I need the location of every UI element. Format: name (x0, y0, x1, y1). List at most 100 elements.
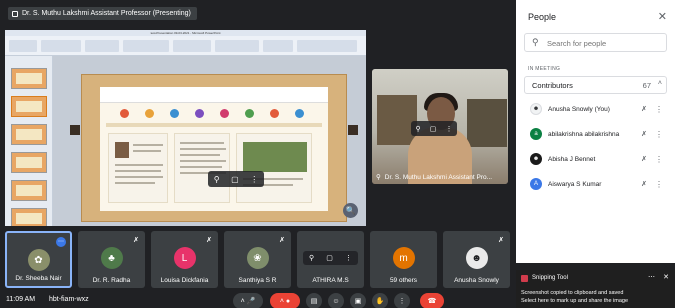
captions-icon: ▤ (310, 298, 318, 305)
person-name: abilakrishna abilakrishna (548, 130, 620, 138)
emoji-button[interactable]: ☺ (328, 293, 344, 308)
search-box[interactable]: ⚲ (524, 33, 667, 52)
shared-screen: test-Presentation 09-03-2021 - Microsoft… (5, 30, 366, 226)
more-options-icon[interactable]: ⋮ (445, 125, 452, 133)
close-icon[interactable]: ✕ (658, 10, 667, 23)
meet-window: Dr. S. Muthu Lakshmi Assistant Professor… (0, 0, 675, 308)
participant-tile[interactable]: ⚲ ▢ ⋮ ATHIRA M.S (297, 231, 364, 288)
avatar: A (530, 178, 542, 190)
more-options-icon[interactable]: ⋮ (655, 105, 663, 114)
more-options-icon: ⋮ (398, 298, 406, 305)
chevron-up-icon[interactable]: ˄ (241, 298, 245, 305)
avatar: m (392, 247, 415, 269)
mic-off-icon: ✗ (641, 131, 647, 138)
present-button[interactable]: ▣ (350, 293, 366, 308)
more-options-icon[interactable]: ⋮ (345, 254, 352, 262)
presenter-chip[interactable]: Dr. S. Muthu Lakshmi Assistant Professor… (8, 7, 197, 20)
captions-button[interactable]: ▤ (306, 293, 322, 308)
zoom-icon[interactable]: 🔍 (343, 203, 358, 218)
pin-icon[interactable]: ⚲ (214, 175, 220, 184)
participant-tile[interactable]: ✗ ❀ Santhiya S R (224, 231, 291, 288)
participant-tile-others[interactable]: m 59 others (370, 231, 437, 288)
slide-thumbnail (11, 180, 47, 201)
speaker-video-tile[interactable]: ⚲ ▢ ⋮ ⚲ Dr. S. Muthu Lakshmi Assistant P… (372, 69, 508, 184)
toast-action-text: Select here to mark up and share the ima… (521, 298, 629, 304)
more-options-icon[interactable]: ⋮ (250, 175, 258, 184)
expand-icon[interactable]: ▢ (326, 254, 333, 262)
participant-name: Anusha Snowly (454, 277, 499, 284)
presenter-label: Dr. S. Muthu Lakshmi Assistant Professor… (22, 10, 191, 17)
clock: 11:09 AM (6, 296, 36, 303)
slide-thumbnail (11, 152, 47, 173)
pin-icon[interactable]: ⚲ (416, 125, 421, 133)
tile-hover-controls[interactable]: ⚲ ▢ ⋮ (411, 121, 457, 136)
search-icon: ⚲ (532, 37, 539, 47)
more-options-icon[interactable]: ⋮ (655, 155, 663, 164)
toast-app-name: Snipping Tool (532, 275, 568, 281)
slide-thumbnail (11, 96, 47, 117)
avatar: ❀ (246, 247, 269, 269)
tile-hover-controls[interactable]: ⚲ ▢ ⋮ (208, 171, 264, 187)
search-input[interactable] (547, 37, 662, 49)
website-screenshot (100, 87, 328, 211)
avatar: ☻ (530, 103, 542, 115)
slide-thumbnail (11, 208, 47, 226)
raise-hand-button[interactable]: ✋ (372, 293, 388, 308)
current-slide (70, 74, 358, 222)
microphone-button[interactable]: ˄ 🎤 (233, 293, 263, 308)
participant-tile[interactable]: ✗ ☻ Anusha Snowly (443, 231, 510, 288)
slide-thumbnail (11, 68, 47, 89)
section-label: IN MEETING (528, 66, 561, 72)
person-row[interactable]: ☻ Anusha Snowly (You) ✗ ⋮ (530, 101, 667, 117)
avatar: a (530, 128, 542, 140)
expand-icon[interactable]: ▢ (231, 175, 239, 184)
participant-name: Dr. Sheeba Nair (15, 275, 62, 282)
toast-message: Screenshot copied to clipboard and saved (521, 290, 624, 296)
chevron-up-icon[interactable]: ˄ (658, 80, 662, 87)
expand-icon[interactable]: ▢ (430, 125, 437, 133)
speaker-name: ⚲ Dr. S. Muthu Lakshmi Assistant Pro... (376, 173, 493, 182)
person-row[interactable]: A Aiswarya S Kumar ✗ ⋮ (530, 176, 667, 192)
person-row[interactable]: ☻ Abisha J Bennet ✗ ⋮ (530, 151, 667, 167)
pin-icon[interactable]: ⚲ (309, 254, 314, 262)
raise-hand-icon: ✋ (375, 298, 385, 305)
participant-tile[interactable]: ✗ L Louisa Dickfania (151, 231, 218, 288)
participant-name: Dr. R. Radha (92, 277, 131, 284)
more-options-button[interactable]: ⋮ (394, 293, 410, 308)
mic-off-icon: ✗ (206, 237, 212, 244)
emoji-icon: ☺ (332, 297, 340, 305)
participant-tile[interactable]: ⋯ ✿ Dr. Sheeba Nair (5, 231, 72, 288)
mic-off-icon: 🎤 (246, 298, 256, 305)
more-options-icon[interactable]: ⋯ (648, 273, 655, 281)
camera-button[interactable]: ˄ ● (270, 293, 300, 308)
more-options-icon[interactable]: ⋮ (655, 130, 663, 139)
person-row[interactable]: a abilakrishna abilakrishna ✗ ⋮ (530, 126, 667, 142)
more-options-icon[interactable]: ⋯ (56, 237, 66, 247)
person-name: Abisha J Bennet (548, 155, 596, 163)
contributors-group[interactable]: Contributors 67 ˄ (524, 76, 667, 94)
contributors-count: 67 (642, 81, 651, 90)
avatar: ☻ (530, 153, 542, 165)
camera-off-icon: ● (285, 297, 291, 305)
mic-off-icon: ✗ (279, 237, 285, 244)
pin-icon: ⚲ (376, 174, 381, 181)
tile-hover-controls[interactable]: ⚲ ▢ ⋮ (303, 251, 358, 265)
snipping-tool-icon (521, 275, 528, 282)
notification-toast[interactable]: Snipping Tool ⋯ ✕ Screenshot copied to c… (516, 270, 675, 308)
present-icon: ▣ (354, 298, 362, 305)
leave-call-button[interactable]: ☎ (420, 293, 444, 308)
close-icon[interactable]: ✕ (663, 273, 669, 281)
contributors-label: Contributors (532, 81, 573, 90)
chevron-up-icon[interactable]: ˄ (280, 298, 284, 305)
mic-off-icon: ✗ (498, 237, 504, 244)
participant-tile[interactable]: ✗ ♣ Dr. R. Radha (78, 231, 145, 288)
phone-hangup-icon: ☎ (427, 298, 437, 305)
slide-canvas: ⚲ ▢ ⋮ 🔍 (53, 56, 366, 226)
pin-icon (12, 10, 18, 17)
participant-name: Santhiya S R (238, 277, 277, 284)
person-name: Anusha Snowly (You) (548, 105, 610, 113)
more-options-icon[interactable]: ⋮ (655, 180, 663, 189)
mic-off-icon: ✗ (641, 106, 647, 113)
ppt-ribbon (5, 36, 366, 56)
person-name: Aiswarya S Kumar (548, 180, 602, 188)
